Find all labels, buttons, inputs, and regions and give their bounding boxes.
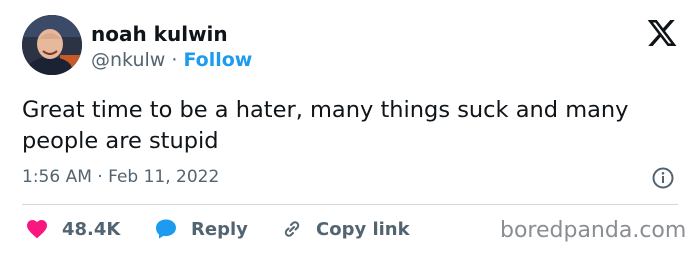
like-button[interactable]: 48.4K — [24, 216, 120, 242]
reply-label: Reply — [191, 218, 248, 240]
avatar[interactable] — [22, 15, 82, 75]
reply-bubble-icon — [156, 219, 176, 239]
follow-button[interactable]: Follow — [183, 49, 252, 71]
like-count: 48.4K — [62, 218, 121, 240]
tweet-text: Great time to be a hater, many things su… — [22, 97, 629, 154]
author-handle[interactable]: @nkulw — [91, 49, 165, 71]
handle-separator: · — [171, 49, 178, 71]
info-icon[interactable] — [651, 166, 675, 190]
heart-icon — [27, 220, 47, 239]
author-name[interactable]: noah kulwin — [91, 22, 228, 46]
divider — [22, 204, 678, 205]
author-handle-row: @nkulw · Follow — [91, 49, 252, 71]
tweet-date: Feb 11, 2022 — [108, 167, 220, 187]
tweet-time: 1:56 AM — [22, 167, 92, 187]
reply-button[interactable]: Reply — [153, 216, 248, 242]
x-logo-icon[interactable] — [646, 17, 678, 49]
copy-link-button[interactable]: Copy link — [280, 216, 410, 242]
copy-link-label: Copy link — [316, 218, 410, 240]
tweet-timestamp[interactable]: 1:56 AM · Feb 11, 2022 — [22, 167, 219, 187]
timestamp-separator: · — [97, 167, 103, 187]
watermark: boredpanda.com — [500, 218, 687, 243]
link-icon — [284, 221, 300, 237]
